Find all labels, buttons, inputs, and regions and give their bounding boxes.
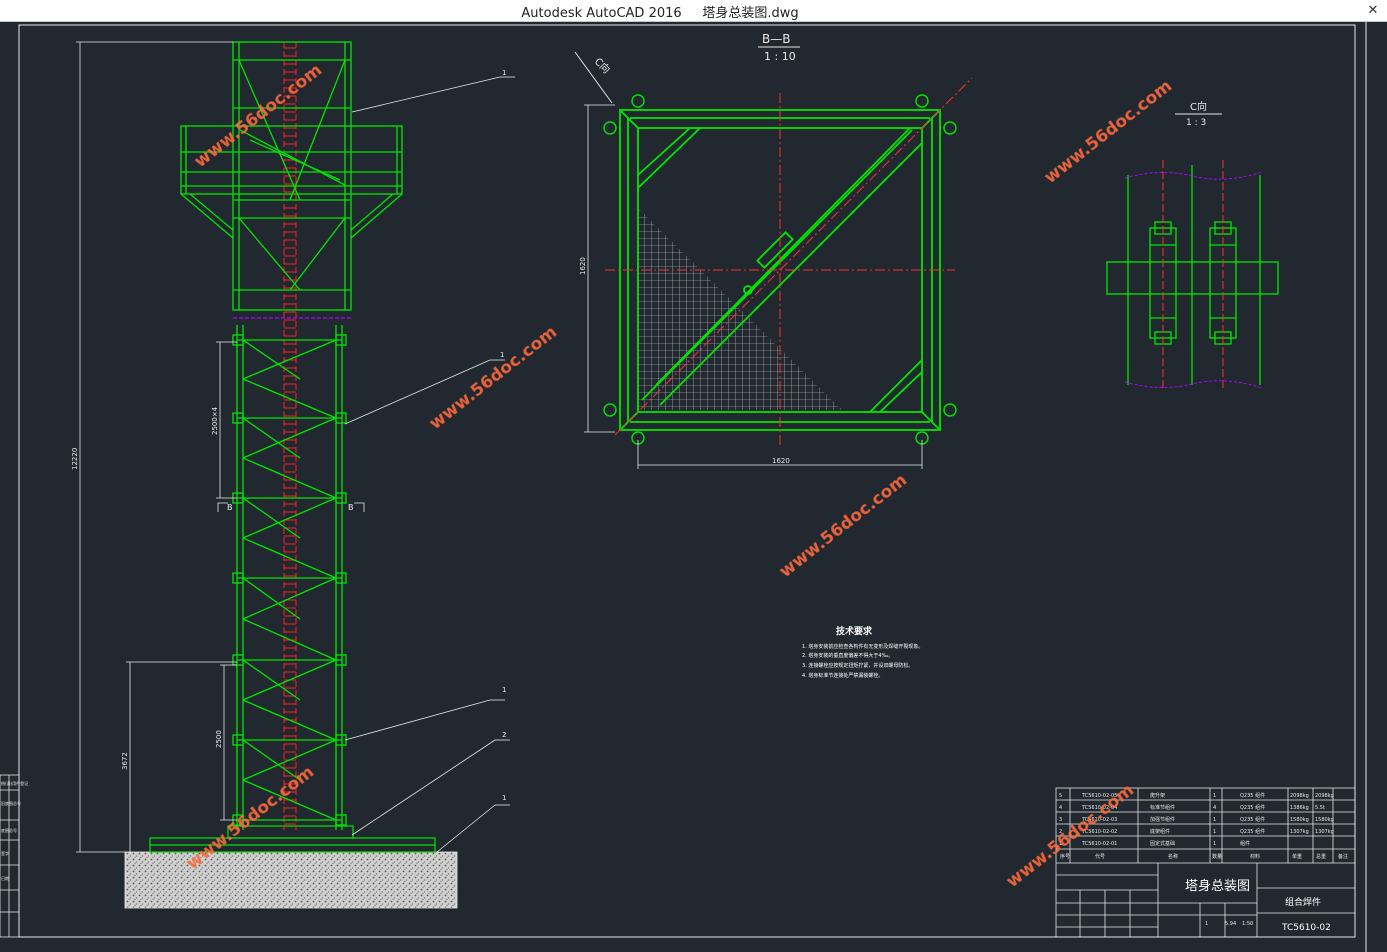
parts-cell: 加强节组件 xyxy=(1150,816,1175,823)
parts-cell: 1 xyxy=(1213,793,1216,799)
parts-cell: 组件 xyxy=(1240,840,1250,847)
dim-plan-width: 1620 xyxy=(772,457,790,465)
mast-diagonal xyxy=(242,339,337,380)
parts-cell: 标准节组件 xyxy=(1150,804,1175,811)
callout-2: 2 xyxy=(502,731,506,739)
window-title-bar: Autodesk AutoCAD 2016 塔身总装图.dwg ✕ xyxy=(0,0,1387,22)
parts-cell: 爬升架 xyxy=(1150,792,1165,799)
mast-diagonal xyxy=(242,618,337,661)
callout-1d: 1 xyxy=(502,794,506,802)
tech-line-1: 1. 塔身安装前应检查各构件有无变形及焊缝开裂现象。 xyxy=(802,643,923,650)
parts-cell: 5.5t xyxy=(1315,805,1325,811)
drawing-canvas[interactable]: 12220 3672 2500×4 2500 1 1 1 2 1 B B B—B… xyxy=(0,21,1387,952)
hdr-qty: 数量 xyxy=(1212,853,1222,860)
strip-label-1: 借(通)用件登记 xyxy=(1,780,28,786)
dim-base-height: 3672 xyxy=(121,752,129,770)
parts-cell: 1 xyxy=(1213,841,1216,847)
parts-cell: 1580kg xyxy=(1290,817,1309,823)
hdr-name: 名称 xyxy=(1168,853,1178,860)
parts-cell: 1 xyxy=(1213,817,1216,823)
part-type: 组合焊件 xyxy=(1285,896,1321,908)
parts-cell: 底架组件 xyxy=(1150,828,1170,835)
strip-label-2: 旧底图总号 xyxy=(1,800,21,806)
detail-c-title: C向 xyxy=(1190,100,1207,113)
watermark-1: www.56doc.com xyxy=(191,60,326,172)
tech-title: 技术要求 xyxy=(836,625,873,637)
strip-label-4: 签字 xyxy=(1,850,9,856)
detail-c-view[interactable]: C向 1 : 3 xyxy=(1106,100,1279,389)
foundation-ground xyxy=(124,851,458,909)
watermarks: www.56doc.com www.56doc.com www.56doc.co… xyxy=(183,60,1176,892)
mast-diagonal xyxy=(242,659,337,701)
parts-cell: 2098kg xyxy=(1290,793,1309,799)
window-title: Autodesk AutoCAD 2016 塔身总装图.dwg xyxy=(521,6,799,21)
close-icon[interactable]: ✕ xyxy=(1365,2,1381,18)
dim-section-a: 2500×4 xyxy=(211,406,219,435)
cut-mark-left: B xyxy=(227,503,233,512)
section-label: B—B xyxy=(762,32,790,46)
parts-cell: 4 xyxy=(1213,805,1216,811)
watermark-4: www.56doc.com xyxy=(776,470,911,582)
parts-cell: 1386kg xyxy=(1290,805,1309,811)
hdr-w2: 总重 xyxy=(1316,853,1326,860)
tech-line-2: 2. 塔身安装的垂直度偏差不得大于4‰。 xyxy=(802,652,893,659)
dim-total-height: 12220 xyxy=(71,448,79,470)
left-revision-strip: 借(通)用件登记 旧底图总号 底图总号 签字 日期 xyxy=(0,774,28,938)
parts-cell: 5 xyxy=(1059,793,1062,799)
parts-cell: 3 xyxy=(1059,817,1062,823)
parts-cell: 1 xyxy=(1213,829,1216,835)
section-scale: 1 : 10 xyxy=(764,50,796,63)
tech-line-3: 3. 连接螺栓应按规定扭矩拧紧，并设双螺母防松。 xyxy=(802,662,913,669)
callout-1c: 1 xyxy=(502,686,506,694)
scale-cell-1: 1 xyxy=(1205,921,1208,927)
strip-label-3: 底图总号 xyxy=(1,827,17,833)
detail-c-scale: 1 : 3 xyxy=(1186,118,1206,128)
dim-plan-height: 1620 xyxy=(579,257,587,275)
watermark-2: www.56doc.com xyxy=(426,322,561,434)
tower-base xyxy=(149,825,436,853)
tech-line-4: 4. 塔身标准节连接处严禁漏装螺栓。 xyxy=(802,672,883,679)
scale-cell-2: 5.94 xyxy=(1225,921,1236,927)
parts-cell: 1307kg xyxy=(1315,829,1334,835)
scale-cell-3: 1:50 xyxy=(1242,921,1253,927)
parts-cell: 1307kg xyxy=(1290,829,1309,835)
mast-diagonal xyxy=(242,699,337,741)
hdr-mat: 材料 xyxy=(1250,853,1260,860)
parts-cell: TC5610-02-01 xyxy=(1081,841,1117,847)
dim-section-b: 2500 xyxy=(215,730,223,748)
drawing-number: TC5610-02 xyxy=(1281,923,1331,933)
parts-cell: 固定式基础 xyxy=(1150,840,1175,847)
parts-cell: Q235 组件 xyxy=(1240,792,1265,799)
strip-label-5: 日期 xyxy=(1,875,9,881)
detail-label-c: C向 xyxy=(592,55,613,76)
drawing-title: 塔身总装图 xyxy=(1185,878,1250,894)
parts-cell: Q235 组件 xyxy=(1240,804,1265,811)
watermark-5: www.56doc.com xyxy=(1041,76,1176,188)
hdr-w1: 单重 xyxy=(1292,853,1302,860)
technical-requirements: 技术要求 1. 塔身安装前应检查各构件有无变形及焊缝开裂现象。 2. 塔身安装的… xyxy=(802,625,923,679)
parts-cell: Q235 组件 xyxy=(1240,828,1265,835)
mast-sections xyxy=(232,325,347,830)
parts-cell: 4 xyxy=(1059,805,1062,811)
parts-cell: Q235 组件 xyxy=(1240,816,1265,823)
mast-diagonal xyxy=(242,378,337,419)
callout-1a: 1 xyxy=(502,69,506,77)
hdr-code: 代号 xyxy=(1095,853,1105,860)
section-b-b-view[interactable]: B—B 1 : 10 C向 1620 1620 xyxy=(574,32,973,469)
sheet-border xyxy=(18,22,1367,952)
hdr-note: 备注 xyxy=(1338,853,1348,860)
parts-cell: 1580kg xyxy=(1315,817,1334,823)
cut-mark-right: B xyxy=(348,503,354,512)
parts-cell: 2098kg xyxy=(1315,793,1334,799)
